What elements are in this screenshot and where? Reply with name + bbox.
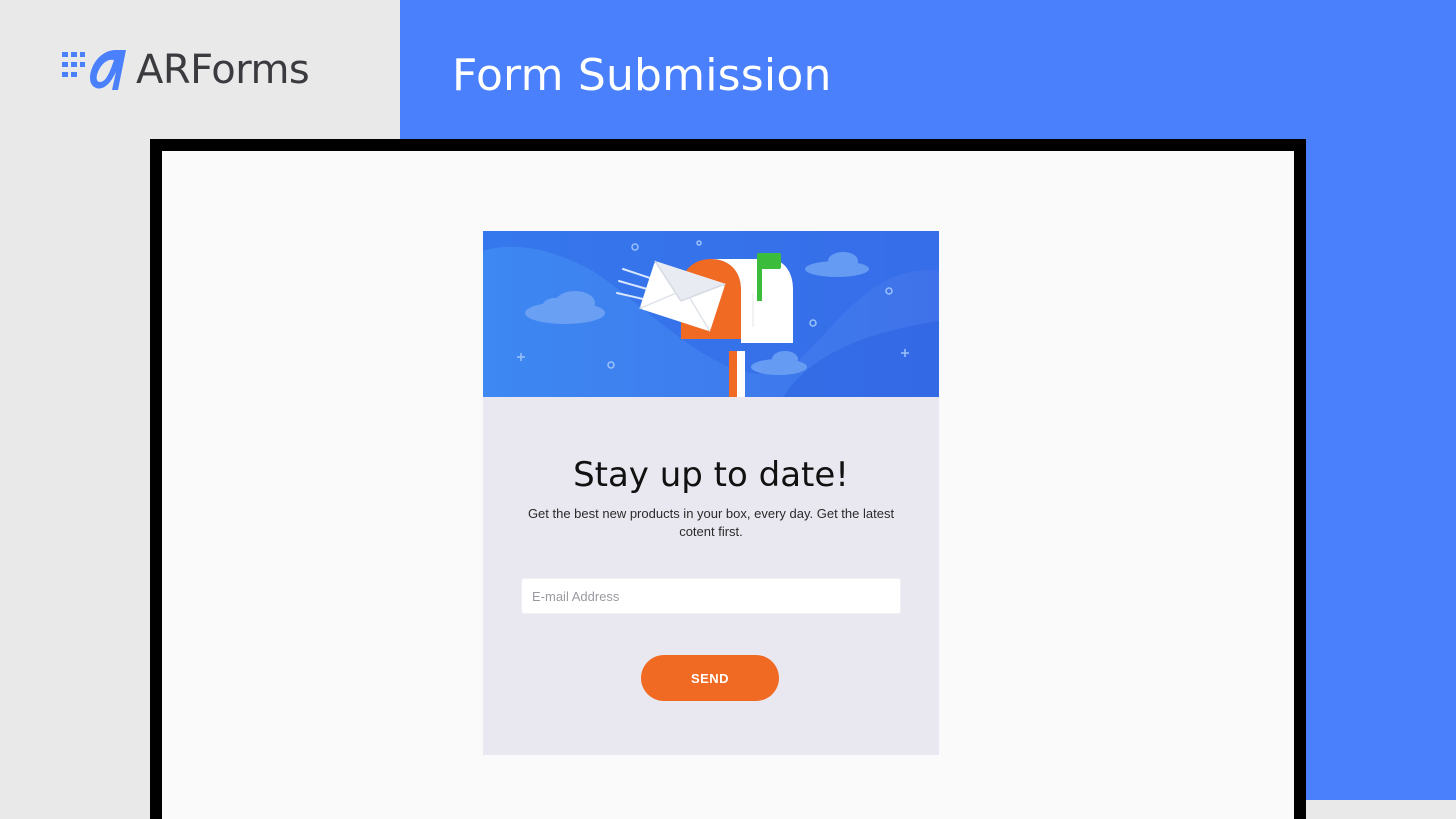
page-title: Form Submission (452, 50, 832, 101)
subscribe-form-card: Stay up to date! Get the best new produc… (483, 231, 939, 755)
arforms-logo-icon (62, 50, 126, 90)
mailbox-illustration (483, 231, 939, 397)
email-field[interactable] (521, 578, 901, 614)
send-button[interactable]: SEND (641, 655, 779, 701)
monitor-frame: Stay up to date! Get the best new produc… (150, 139, 1306, 819)
form-subtext: Get the best new products in your box, e… (527, 506, 895, 539)
form-headline: Stay up to date! (573, 455, 849, 495)
screen: Stay up to date! Get the best new produc… (162, 151, 1294, 819)
brand-name: ARForms (136, 47, 310, 93)
arforms-logo: ARForms (60, 44, 310, 96)
